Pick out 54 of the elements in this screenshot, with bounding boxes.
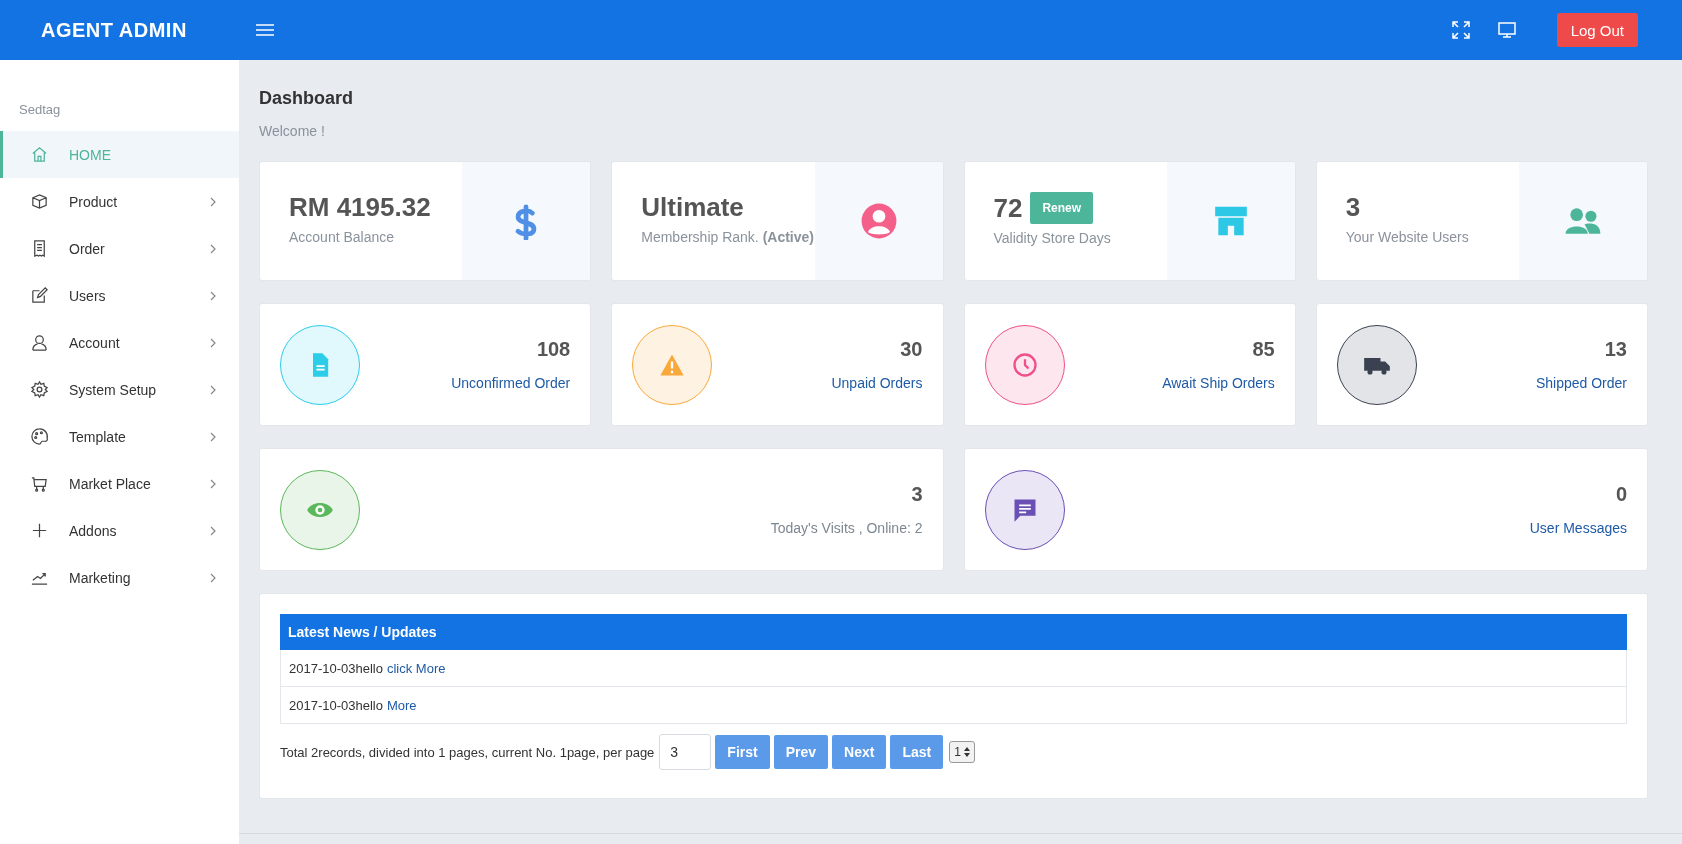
- news-link[interactable]: click More: [386, 660, 446, 676]
- sidebar-item[interactable]: Marketing: [0, 554, 239, 601]
- user-icon: [30, 333, 49, 352]
- sidebar-item[interactable]: Users: [0, 272, 239, 319]
- menu-icon[interactable]: [256, 23, 274, 37]
- fullscreen-icon[interactable]: [1450, 20, 1471, 40]
- page-subtitle: Welcome !: [259, 123, 325, 139]
- sidebar-item[interactable]: Addons: [0, 507, 239, 554]
- stat-label: Today's Visits , Online: 2: [770, 520, 923, 536]
- stat-value: 30: [900, 338, 923, 361]
- news-header: Latest News / Updates: [280, 614, 1627, 650]
- stat-value: 3: [911, 483, 923, 506]
- sidebar-item[interactable]: Product: [0, 178, 239, 225]
- stat-value: 0: [1615, 483, 1627, 506]
- summary-label: Membership Rank. (Active): [641, 229, 814, 245]
- per-page-input[interactable]: 3: [659, 734, 712, 770]
- summary-value: 72: [993, 192, 1023, 224]
- sidebar-item[interactable]: Order: [0, 225, 239, 272]
- news-link[interactable]: More: [386, 697, 417, 713]
- summary-label: Your Website Users: [1345, 229, 1469, 245]
- up-down-arrows-icon: [963, 747, 970, 757]
- cart-icon: [30, 474, 49, 493]
- stat-value: 108: [536, 338, 571, 361]
- plus-icon: [30, 521, 49, 540]
- sidebar-item[interactable]: System Setup: [0, 366, 239, 413]
- sidebar-item[interactable]: Market Place: [0, 460, 239, 507]
- stat-link[interactable]: User Messages: [1529, 520, 1627, 536]
- news-text: 2017-10-03hello: [289, 660, 383, 676]
- summary-value: Ultimate: [641, 192, 744, 223]
- palette-icon: [30, 427, 49, 446]
- sidebar-section-label: Sedtag: [18, 102, 61, 117]
- monitor-icon[interactable]: [1496, 20, 1517, 40]
- stat-value: 13: [1604, 338, 1627, 361]
- edit-icon: [30, 286, 49, 305]
- logout-button[interactable]: Log Out: [1556, 13, 1638, 47]
- summary-label: Validity Store Days: [993, 230, 1111, 246]
- page-select[interactable]: 1: [949, 741, 975, 763]
- sidebar-item[interactable]: Template: [0, 413, 239, 460]
- stat-link[interactable]: Shipped Order: [1535, 375, 1627, 391]
- gear-icon: [30, 380, 49, 399]
- brand-title: AGENT ADMIN: [40, 18, 188, 42]
- news-text: 2017-10-03hello: [289, 697, 383, 713]
- pagination-summary: Total 2records, divided into 1 pages, current No. 1page, per page: [280, 744, 655, 760]
- box-icon: [30, 192, 49, 211]
- stat-link[interactable]: Await Ship Orders: [1162, 375, 1275, 391]
- stat-link[interactable]: Unpaid Orders: [831, 375, 923, 391]
- home-icon: [30, 145, 49, 164]
- stat-link[interactable]: Unconfirmed Order: [451, 375, 571, 391]
- summary-label: Account Balance: [289, 229, 395, 245]
- summary-value: 3: [1345, 192, 1361, 223]
- sidebar-item[interactable]: Account: [0, 319, 239, 366]
- summary-value: RM 4195.32: [289, 192, 431, 223]
- stat-value: 85: [1252, 338, 1275, 361]
- page-title: Dashboard: [259, 88, 354, 109]
